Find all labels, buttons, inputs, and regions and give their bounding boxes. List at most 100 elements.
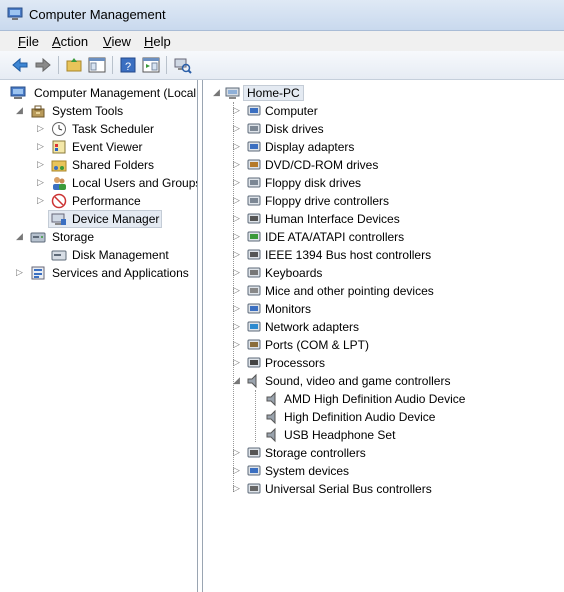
collapsed-arrow-icon[interactable]: ▷ <box>233 321 240 332</box>
menu-file-label: ile <box>25 34 39 49</box>
floppy-controller-icon <box>247 195 261 206</box>
expanded-arrow-icon[interactable]: ◢ <box>213 87 220 98</box>
up-folder-icon[interactable] <box>64 55 84 75</box>
collapsed-arrow-icon[interactable]: ▷ <box>233 465 240 476</box>
collapsed-arrow-icon[interactable]: ▷ <box>37 195 44 206</box>
collapsed-arrow-icon[interactable]: ▷ <box>233 159 240 170</box>
collapsed-arrow-icon[interactable]: ▷ <box>233 213 240 224</box>
collapsed-arrow-icon[interactable]: ▷ <box>37 123 44 134</box>
expanded-arrow-icon[interactable]: ◢ <box>16 231 23 242</box>
collapsed-arrow-icon[interactable]: ▷ <box>233 339 240 350</box>
collapsed-arrow-icon[interactable]: ▷ <box>233 357 240 368</box>
device-category[interactable]: ▷ Network adapters <box>203 318 564 336</box>
forward-arrow-icon[interactable] <box>33 55 53 75</box>
device-tree-root[interactable]: ◢ Home-PC <box>203 84 564 102</box>
tree-label: Performance <box>72 194 141 208</box>
menu-file-mnemonic: F <box>18 34 26 49</box>
device-category[interactable]: ▷ DVD/CD-ROM drives <box>203 156 564 174</box>
device-category[interactable]: ▷ IEEE 1394 Bus host controllers <box>203 246 564 264</box>
collapsed-arrow-icon[interactable]: ▷ <box>233 177 240 188</box>
device-category[interactable]: ▷ Computer <box>203 102 564 120</box>
device-category[interactable]: ▷ Floppy disk drives <box>203 174 564 192</box>
device-category[interactable]: ▷ Universal Serial Bus controllers <box>203 480 564 498</box>
tree-item-shared-folders[interactable]: ▷ Shared Folders <box>6 156 197 174</box>
tree-item-storage[interactable]: ◢ Storage <box>6 228 197 246</box>
collapsed-arrow-icon[interactable]: ▷ <box>233 303 240 314</box>
speaker-icon <box>266 391 276 407</box>
scan-hardware-icon[interactable] <box>172 55 192 75</box>
device-label: DVD/CD-ROM drives <box>265 158 379 172</box>
collapsed-arrow-icon[interactable]: ▷ <box>37 141 44 152</box>
network-adapter-icon <box>247 321 261 332</box>
device-category[interactable]: ▷ Ports (COM & LPT) <box>203 336 564 354</box>
event-viewer-icon <box>52 140 66 154</box>
device-category[interactable]: ▷ Storage controllers <box>203 444 564 462</box>
collapsed-arrow-icon[interactable]: ▷ <box>37 177 44 188</box>
tree-label: Disk Management <box>72 248 169 262</box>
action-pane-icon[interactable] <box>141 55 161 75</box>
tree-item-task-scheduler[interactable]: ▷ Task Scheduler <box>6 120 197 138</box>
tree-label: Local Users and Groups <box>72 176 198 190</box>
collapsed-arrow-icon[interactable]: ▷ <box>233 141 240 152</box>
device-category[interactable]: ▷ Display adapters <box>203 138 564 156</box>
tree-label: System Tools <box>52 104 124 118</box>
device-label: Computer <box>265 104 318 118</box>
collapsed-arrow-icon[interactable]: ▷ <box>233 267 240 278</box>
collapsed-arrow-icon[interactable]: ▷ <box>233 123 240 134</box>
device-category[interactable]: ▷ Human Interface Devices <box>203 210 564 228</box>
collapsed-arrow-icon[interactable]: ▷ <box>233 285 240 296</box>
collapsed-arrow-icon[interactable]: ▷ <box>233 231 240 242</box>
collapsed-arrow-icon[interactable]: ▷ <box>233 105 240 116</box>
collapsed-arrow-icon[interactable]: ▷ <box>37 159 44 170</box>
tree-label: Device Manager <box>72 212 160 226</box>
device-category[interactable]: ▷ Disk drives <box>203 120 564 138</box>
device-category[interactable]: ▷ System devices <box>203 462 564 480</box>
device-category[interactable]: ▷ IDE ATA/ATAPI controllers <box>203 228 564 246</box>
collapsed-arrow-icon[interactable]: ▷ <box>233 483 240 494</box>
expanded-arrow-icon[interactable]: ◢ <box>16 105 23 116</box>
sound-device[interactable]: USB Headphone Set <box>203 426 564 444</box>
device-category[interactable]: ▷ Keyboards <box>203 264 564 282</box>
tree-item-performance[interactable]: ▷ Performance <box>6 192 197 210</box>
menu-view[interactable]: View <box>103 34 131 49</box>
tree-label: Storage <box>52 230 95 244</box>
device-category[interactable]: ▷ Floppy drive controllers <box>203 192 564 210</box>
collapsed-arrow-icon[interactable]: ▷ <box>233 447 240 458</box>
system-devices-icon <box>247 465 261 476</box>
tree-item-services-applications[interactable]: ▷ Services and Applications <box>6 264 197 282</box>
help-icon[interactable]: ? <box>118 55 138 75</box>
sound-device[interactable]: High Definition Audio Device <box>203 408 564 426</box>
device-manager-icon <box>51 213 66 225</box>
device-category[interactable]: ▷ Mice and other pointing devices <box>203 282 564 300</box>
toolbox-icon <box>31 105 45 118</box>
menu-help-mnemonic: H <box>144 34 154 49</box>
device-label: Network adapters <box>265 320 360 334</box>
menu-help[interactable]: Help <box>144 34 171 49</box>
menu-action-mnemonic: A <box>52 34 61 49</box>
show-hide-tree-icon[interactable] <box>87 55 107 75</box>
collapsed-arrow-icon[interactable]: ▷ <box>233 195 240 206</box>
menu-action[interactable]: Action <box>52 34 88 49</box>
users-icon <box>53 177 66 190</box>
console-tree-pane[interactable]: Computer Management (Local ◢ System Tool… <box>6 80 198 592</box>
device-category[interactable]: ▷ Monitors <box>203 300 564 318</box>
device-label: Human Interface Devices <box>265 212 400 226</box>
device-label: Storage controllers <box>265 446 366 460</box>
expanded-arrow-icon[interactable]: ◢ <box>233 375 240 386</box>
tree-item-system-tools[interactable]: ◢ System Tools <box>6 102 197 120</box>
tree-item-computer-management[interactable]: Computer Management (Local <box>6 84 197 102</box>
device-tree-pane[interactable]: ◢ Home-PC ▷ Computer ▷ Disk drives ▷ Display … <box>202 80 564 592</box>
ieee1394-icon <box>247 249 261 260</box>
tree-item-event-viewer[interactable]: ▷ Event Viewer <box>6 138 197 156</box>
menu-file[interactable]: File <box>18 34 39 49</box>
sound-device[interactable]: AMD High Definition Audio Device <box>203 390 564 408</box>
collapsed-arrow-icon[interactable]: ▷ <box>16 267 23 278</box>
tree-item-local-users-groups[interactable]: ▷ Local Users and Groups <box>6 174 197 192</box>
collapsed-arrow-icon[interactable]: ▷ <box>233 249 240 260</box>
tree-item-disk-management[interactable]: Disk Management <box>6 246 197 264</box>
device-category[interactable]: ▷ Processors <box>203 354 564 372</box>
device-label: Keyboards <box>265 266 323 280</box>
device-category[interactable]: ◢ Sound, video and game controllers <box>203 372 564 390</box>
back-arrow-icon[interactable] <box>10 55 30 75</box>
tree-item-device-manager[interactable]: Device Manager <box>48 210 162 228</box>
